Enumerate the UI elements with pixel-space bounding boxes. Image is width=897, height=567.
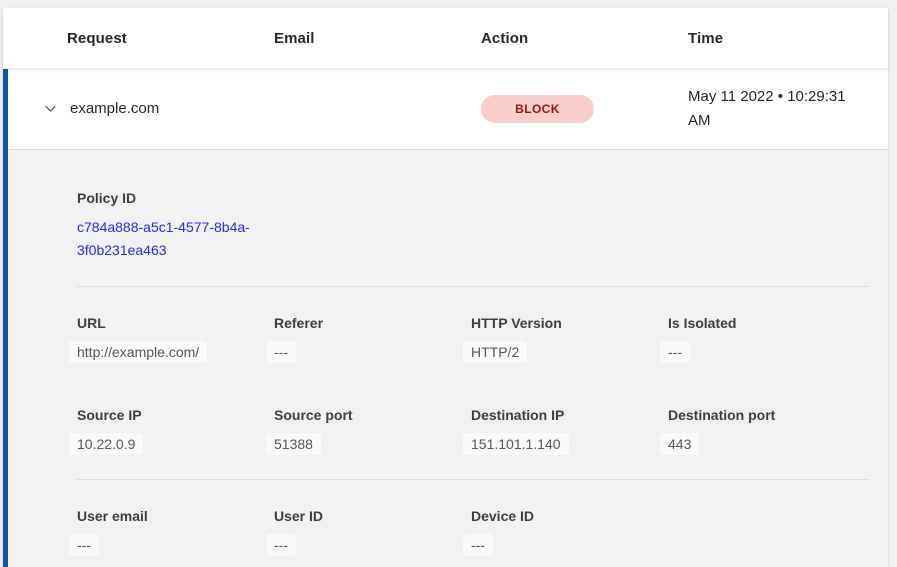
details-grid-row-1: URL http://example.com/ Referer --- HTTP… <box>77 315 869 363</box>
field-user-email: User email --- <box>77 508 274 556</box>
field-label: HTTP Version <box>471 315 668 331</box>
section-divider <box>77 286 869 287</box>
policy-id-label: Policy ID <box>77 190 869 206</box>
details-grid-row-3: User email --- User ID --- Device ID --- <box>77 508 869 556</box>
field-label: Source IP <box>77 407 274 423</box>
field-value: HTTP/2 <box>463 341 527 363</box>
column-header-email: Email <box>274 30 481 47</box>
column-header-time: Time <box>688 30 888 47</box>
time-cell: May 11 2022 • 10:29:31 AM <box>688 85 868 133</box>
status-badge: BLOCK <box>481 95 594 123</box>
field-label: Is Isolated <box>668 315 865 331</box>
request-domain: example.com <box>70 100 159 117</box>
column-header-request: Request <box>67 30 274 47</box>
field-device-id: Device ID --- <box>471 508 668 556</box>
table-header-row: Request Email Action Time <box>3 8 888 68</box>
policy-id-link[interactable]: c784a888-a5c1-4577-8b4a-3f0b231ea463 <box>77 216 272 262</box>
policy-id-field: Policy ID c784a888-a5c1-4577-8b4a-3f0b23… <box>77 190 869 262</box>
column-header-action: Action <box>481 30 688 47</box>
field-value: --- <box>69 534 99 556</box>
details-grid-row-2: Source IP 10.22.0.9 Source port 51388 De… <box>77 407 869 455</box>
field-value: 51388 <box>266 433 321 455</box>
row-details-panel: Policy ID c784a888-a5c1-4577-8b4a-3f0b23… <box>8 149 888 567</box>
request-logs-table: Request Email Action Time example.com BL… <box>3 8 888 567</box>
expanded-row-group: example.com BLOCK May 11 2022 • 10:29:31… <box>3 68 888 567</box>
field-label: Source port <box>274 407 471 423</box>
section-divider <box>77 479 869 480</box>
field-destination-port: Destination port 443 <box>668 407 865 455</box>
field-http-version: HTTP Version HTTP/2 <box>471 315 668 363</box>
chevron-down-icon[interactable] <box>42 101 58 117</box>
field-label: URL <box>77 315 274 331</box>
field-label: Referer <box>274 315 471 331</box>
field-source-ip: Source IP 10.22.0.9 <box>77 407 274 455</box>
request-cell: example.com <box>42 100 274 117</box>
field-value: --- <box>463 534 493 556</box>
field-label: User ID <box>274 508 471 524</box>
field-source-port: Source port 51388 <box>274 407 471 455</box>
field-referer: Referer --- <box>274 315 471 363</box>
field-is-isolated: Is Isolated --- <box>668 315 865 363</box>
field-label: User email <box>77 508 274 524</box>
action-cell: BLOCK <box>481 95 688 123</box>
field-destination-ip: Destination IP 151.101.1.140 <box>471 407 668 455</box>
table-row[interactable]: example.com BLOCK May 11 2022 • 10:29:31… <box>8 68 888 149</box>
field-value: 10.22.0.9 <box>69 433 143 455</box>
field-value: 443 <box>660 433 699 455</box>
field-value: --- <box>266 341 296 363</box>
field-value: http://example.com/ <box>69 341 207 363</box>
field-label: Device ID <box>471 508 668 524</box>
field-value: 151.101.1.140 <box>463 433 569 455</box>
field-url: URL http://example.com/ <box>77 315 274 363</box>
field-label: Destination port <box>668 407 865 423</box>
field-value: --- <box>266 534 296 556</box>
field-label: Destination IP <box>471 407 668 423</box>
field-user-id: User ID --- <box>274 508 471 556</box>
field-value: --- <box>660 341 690 363</box>
